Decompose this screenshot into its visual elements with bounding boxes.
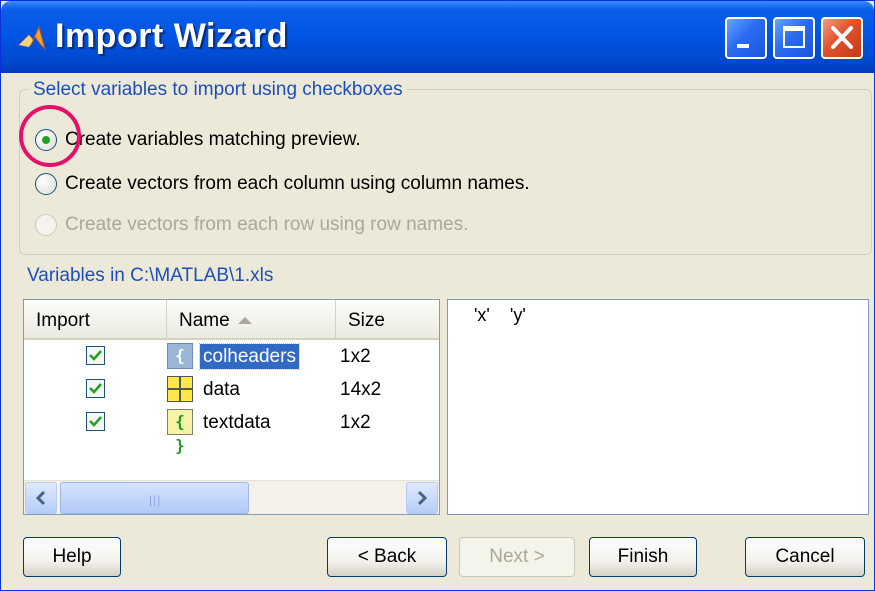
import-options-legend: Select variables to import using checkbo… bbox=[29, 79, 407, 101]
column-header-label: Size bbox=[348, 310, 385, 331]
table-row[interactable]: { } colheaders 1x2 bbox=[24, 340, 439, 389]
variable-size: 1x2 bbox=[340, 412, 371, 433]
preview-pane[interactable]: 'x' 'y' bbox=[447, 299, 869, 515]
window-title: Import Wizard bbox=[55, 17, 288, 55]
column-header-size[interactable]: Size bbox=[336, 300, 439, 338]
next-button: Next > bbox=[459, 537, 575, 577]
column-header-label: Import bbox=[36, 310, 90, 331]
table-row[interactable]: { } textdata 1x2 bbox=[24, 406, 439, 455]
import-wizard-window: Import Wizard Select variables to import… bbox=[0, 0, 875, 591]
variable-name[interactable]: colheaders bbox=[199, 343, 300, 370]
variables-label: Variables in C:\MATLAB\1.xls bbox=[27, 265, 274, 286]
close-button[interactable] bbox=[821, 17, 863, 59]
checkmark-icon bbox=[89, 350, 102, 361]
help-button[interactable]: Help bbox=[23, 537, 121, 577]
minimize-button[interactable] bbox=[725, 17, 767, 59]
option-label: Create vectors from each column using co… bbox=[65, 173, 530, 194]
variables-table: Import Name Size { } colheaders 1x2 data… bbox=[23, 299, 440, 515]
annotation-circle bbox=[19, 105, 81, 167]
preview-text: 'x' 'y' bbox=[474, 305, 526, 325]
cancel-button[interactable]: Cancel bbox=[745, 537, 865, 577]
import-checkbox[interactable] bbox=[86, 412, 105, 431]
cell-array-icon: { } bbox=[167, 409, 193, 455]
radio-button[interactable] bbox=[35, 173, 57, 195]
option-label: Create variables matching preview. bbox=[65, 129, 361, 150]
title-bar[interactable]: Import Wizard bbox=[1, 1, 874, 73]
variable-size: 14x2 bbox=[340, 379, 382, 400]
option-match-preview[interactable]: Create variables matching preview. bbox=[35, 125, 361, 155]
scroll-thumb[interactable]: ||| bbox=[60, 482, 249, 514]
column-header-label: Name bbox=[179, 310, 230, 331]
table-header: Import Name Size bbox=[24, 300, 439, 340]
horizontal-scrollbar[interactable]: ||| bbox=[24, 480, 439, 514]
maximize-icon bbox=[783, 26, 805, 48]
sort-ascending-icon bbox=[237, 317, 252, 325]
column-header-name[interactable]: Name bbox=[167, 300, 336, 338]
radio-button bbox=[35, 214, 57, 236]
variable-name[interactable]: data bbox=[200, 377, 243, 402]
variable-size: 1x2 bbox=[340, 346, 371, 367]
import-checkbox[interactable] bbox=[86, 379, 105, 398]
option-row-vectors: Create vectors from each row using row n… bbox=[35, 210, 468, 240]
option-column-vectors[interactable]: Create vectors from each column using co… bbox=[35, 169, 530, 199]
back-button[interactable]: < Back bbox=[327, 537, 447, 577]
cell-array-icon: { } bbox=[167, 343, 193, 389]
chevron-right-icon bbox=[417, 490, 428, 506]
table-row[interactable]: data 14x2 bbox=[24, 373, 439, 406]
scroll-left-button[interactable] bbox=[25, 482, 57, 514]
scroll-right-button[interactable] bbox=[406, 482, 438, 514]
checkmark-icon bbox=[89, 383, 102, 394]
chevron-left-icon bbox=[35, 490, 46, 506]
checkmark-icon bbox=[89, 416, 102, 427]
close-icon bbox=[831, 26, 853, 49]
finish-button[interactable]: Finish bbox=[589, 537, 697, 577]
maximize-button[interactable] bbox=[773, 17, 815, 59]
import-checkbox[interactable] bbox=[86, 346, 105, 365]
matlab-icon bbox=[17, 25, 46, 51]
matrix-icon bbox=[167, 376, 193, 402]
variable-name[interactable]: textdata bbox=[200, 410, 274, 435]
column-header-import[interactable]: Import bbox=[24, 300, 167, 338]
option-label: Create vectors from each row using row n… bbox=[65, 214, 469, 235]
grip-icon: ||| bbox=[149, 493, 162, 507]
minimize-icon bbox=[737, 44, 749, 48]
